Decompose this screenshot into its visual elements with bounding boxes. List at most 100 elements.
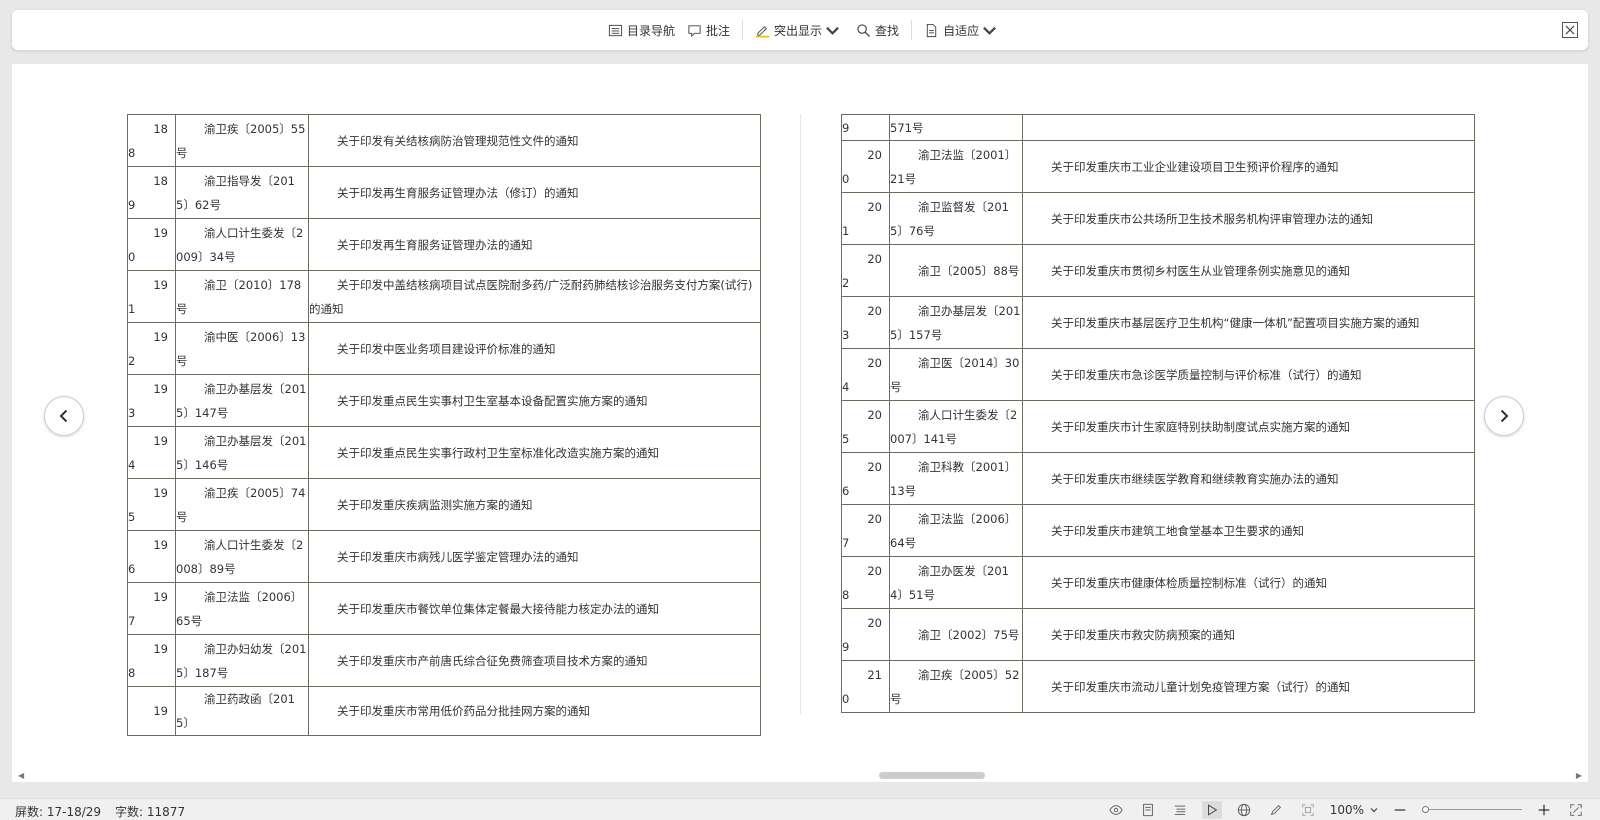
table-row: 20 0 渝卫法监〔2001〕21号 关于印发重庆市工业企业建设项目卫生预评价程序的通… [841, 140, 1475, 193]
doc-title-cell: 关于印发再生育服务证管理办法的通知 [308, 218, 761, 271]
table-row: 19 6 渝人口计生委发〔2008〕89号 关于印发重庆市病残儿医学鉴定管理办法的通知 [127, 530, 761, 583]
doc-title-cell: 关于印发重庆市救灾防病预案的通知 [1022, 608, 1475, 661]
row-number-cell: 19 1 [127, 270, 176, 323]
doc-title-cell: 关于印发重庆疾病监测实施方案的通知 [308, 478, 761, 531]
outline-view-button[interactable] [1170, 801, 1190, 819]
table-row: 19 3 渝卫办基层发〔2015〕147号 关于印发重点民生实事村卫生室基本设备配置实… [127, 374, 761, 427]
row-number-cell: 9 [841, 114, 890, 141]
horizontal-scrollbar[interactable]: ◀ ▶ [12, 768, 1588, 782]
comment-button[interactable]: 批注 [681, 16, 736, 44]
scroll-right-arrow-icon[interactable]: ▶ [1576, 771, 1582, 780]
table-row: 19 5 渝卫疾〔2005〕74号 关于印发重庆疾病监测实施方案的通知 [127, 478, 761, 531]
row-number-cell: 19 2 [127, 322, 176, 375]
scroll-left-arrow-icon[interactable]: ◀ [18, 771, 24, 780]
web-view-button[interactable] [1234, 801, 1254, 819]
page-left: 18 8 渝卫疾〔2005〕55号 关于印发有关结核病防治管理规范性文件的通知 18 9 渝… [127, 114, 761, 736]
row-number-part: 8 [128, 145, 136, 160]
row-number-part: 2 [128, 353, 136, 368]
row-number-part: 20 [867, 407, 882, 422]
row-number-part: 3 [842, 327, 850, 342]
doc-code-cell: 渝卫疾〔2005〕55号 [175, 114, 309, 167]
table-row: 19 4 渝卫办基层发〔2015〕146号 关于印发重点民生实事行政村卫生室标准化改造… [127, 426, 761, 479]
document-viewport: 18 8 渝卫疾〔2005〕55号 关于印发有关结核病防治管理规范性文件的通知 18 9 渝… [12, 64, 1588, 782]
zoom-slider-track [1422, 809, 1522, 810]
page-view-button[interactable] [1138, 801, 1158, 819]
next-page-button[interactable] [1484, 396, 1524, 436]
row-number-part: 0 [128, 249, 136, 264]
zoom-dropdown[interactable]: 100% [1330, 803, 1378, 817]
screen-count: 屏数: 17-18/29 [15, 805, 102, 819]
doc-code-cell: 渝卫〔2005〕88号 [889, 244, 1023, 297]
document-table-left: 18 8 渝卫疾〔2005〕55号 关于印发有关结核病防治管理规范性文件的通知 18 9 渝… [127, 114, 761, 736]
table-row: 20 2 渝卫〔2005〕88号 关于印发重庆市贯彻乡村医生从业管理条例实施意见的通知 [841, 244, 1475, 297]
doc-title-cell: 关于印发重庆市健康体检质量控制标准（试行）的通知 [1022, 556, 1475, 609]
list-icon [608, 24, 623, 36]
row-number-part: 20 [867, 303, 882, 318]
zoom-slider-knob[interactable] [1422, 806, 1429, 813]
read-mode-button[interactable] [1201, 801, 1222, 819]
doc-code-cell: 渝人口计生委发〔2008〕89号 [175, 530, 309, 583]
zoom-out-button[interactable] [1390, 801, 1410, 819]
doc-title-cell: 关于印发重庆市建筑工地食堂基本卫生要求的通知 [1022, 504, 1475, 557]
eye-button[interactable] [1106, 801, 1126, 819]
fit-window-button[interactable] [1298, 801, 1318, 819]
row-number-part: 6 [128, 561, 136, 576]
row-number-cell: 19 6 [127, 530, 176, 583]
table-row: 20 4 渝卫医〔2014〕30号 关于印发重庆市急诊医学质量控制与评价标准（试行）的… [841, 348, 1475, 401]
table-row: 20 8 渝卫办医发〔2014〕51号 关于印发重庆市健康体检质量控制标准（试行）的通… [841, 556, 1475, 609]
prev-page-button[interactable] [44, 396, 84, 436]
close-icon [1565, 25, 1575, 35]
zoom-in-button[interactable] [1534, 801, 1554, 819]
row-number-cell: 18 9 [127, 166, 176, 219]
doc-code-cell: 渝卫办基层发〔2015〕146号 [175, 426, 309, 479]
page-fit-icon [926, 23, 937, 37]
highlighter-icon [755, 25, 770, 38]
table-row: 19 8 渝卫办妇幼发〔2015〕187号 关于印发重庆市产前唐氏综合征免费筛查项目技… [127, 634, 761, 687]
table-row: 18 9 渝卫指导发〔2015〕62号 关于印发再生育服务证管理办法（修订）的通知 [127, 166, 761, 219]
zoom-slider[interactable] [1422, 801, 1522, 819]
fit-dropdown[interactable]: 自适应 [918, 16, 1007, 44]
table-row: 19 2 渝中医〔2006〕13号 关于印发中医业务项目建设评价标准的通知 [127, 322, 761, 375]
page-icon [1142, 803, 1153, 817]
row-number-part: 19 [153, 381, 168, 396]
table-row: 20 5 渝人口计生委发〔2007〕141号 关于印发重庆市计生家庭特别扶助制度试点实… [841, 400, 1475, 453]
row-number-part: 5 [128, 509, 136, 524]
fullscreen-button[interactable] [1566, 801, 1586, 819]
row-number-part: 19 [153, 537, 168, 552]
doc-code-cell: 渝卫法监〔2006〕65号 [175, 582, 309, 635]
doc-code-cell: 渝卫药政函〔2015〕 [175, 686, 309, 736]
close-button[interactable] [1562, 22, 1578, 38]
row-number-part: 9 [128, 197, 136, 212]
row-number-part: 20 [867, 355, 882, 370]
row-number-part: 7 [128, 613, 136, 628]
doc-title-cell: 关于印发再生育服务证管理办法（修订）的通知 [308, 166, 761, 219]
row-number-part: 19 [153, 589, 168, 604]
find-button[interactable]: 查找 [850, 16, 905, 44]
doc-title-cell: 关于印发重庆市贯彻乡村医生从业管理条例实施意见的通知 [1022, 244, 1475, 297]
draw-button[interactable] [1266, 801, 1286, 819]
page-divider [800, 114, 801, 714]
table-row: 21 0 渝卫疾〔2005〕52号 关于印发重庆市流动儿童计划免疫管理方案（试行）的通… [841, 660, 1475, 713]
highlight-dropdown[interactable]: 突出显示 [749, 16, 850, 44]
row-number-part: 20 [867, 459, 882, 474]
doc-title-cell: 关于印发中盖结核病项目试点医院耐多药/广泛耐药肺结核诊治服务支付方案(试行)的通… [308, 270, 761, 323]
doc-code-cell: 渝卫办基层发〔2015〕157号 [889, 296, 1023, 349]
row-number-cell: 20 1 [841, 192, 890, 245]
row-number-part: 2 [842, 275, 850, 290]
doc-title-cell: 关于印发重庆市基层医疗卫生机构“健康一体机”配置项目实施方案的通知 [1022, 296, 1475, 349]
toolbar-separator [742, 20, 744, 40]
highlight-label: 突出显示 [774, 23, 823, 38]
row-number-part: 18 [153, 173, 168, 188]
chevron-right-icon [1500, 409, 1509, 423]
doc-title-cell: 关于印发重庆市产前唐氏综合征免费筛查项目技术方案的通知 [308, 634, 761, 687]
row-number-part: 7 [842, 535, 850, 550]
table-row: 19 0 渝人口计生委发〔2009〕34号 关于印发再生育服务证管理办法的通知 [127, 218, 761, 271]
row-number-cell: 20 2 [841, 244, 890, 297]
scrollbar-thumb[interactable] [879, 772, 985, 779]
row-number-part: 6 [842, 483, 850, 498]
doc-title-cell: 关于印发重庆市病残儿医学鉴定管理办法的通知 [308, 530, 761, 583]
doc-code-cell: 渝卫法监〔2001〕21号 [889, 140, 1023, 193]
doc-code-cell: 渝人口计生委发〔2009〕34号 [175, 218, 309, 271]
minus-icon [1394, 809, 1406, 811]
toc-nav-button[interactable]: 目录导航 [602, 16, 681, 44]
